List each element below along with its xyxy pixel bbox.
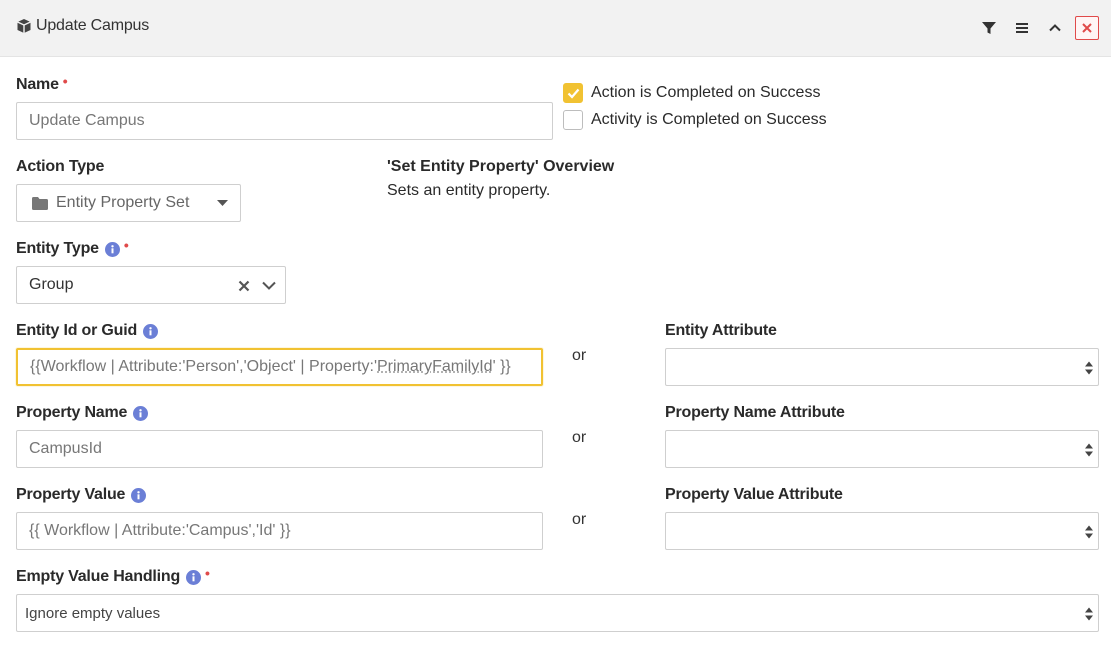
cube-icon — [16, 18, 32, 34]
info-icon[interactable] — [133, 405, 149, 421]
chevron-down-icon — [262, 281, 276, 290]
or-text: or — [572, 347, 587, 364]
entity-type-value: Group — [29, 276, 74, 293]
panel-title: Update Campus — [36, 17, 150, 34]
property-name-attribute-select[interactable] — [665, 430, 1099, 468]
required-marker: • — [205, 565, 210, 581]
select-arrows-icon — [1084, 606, 1094, 622]
entity-type-select[interactable]: Group — [16, 266, 286, 304]
info-icon[interactable] — [131, 487, 147, 503]
property-value-label-text: Property Value — [16, 486, 126, 503]
clear-icon[interactable] — [238, 280, 250, 292]
entity-id-value-prefix: {{Workflow | Attribute:'Person','Object'… — [30, 358, 377, 375]
empty-value-handling-select[interactable]: Ignore empty values — [16, 594, 1099, 632]
or-text: or — [572, 429, 587, 446]
entity-attribute-select[interactable] — [665, 348, 1099, 386]
property-value-input[interactable]: {{ Workflow | Attribute:'Campus','Id' }} — [16, 512, 543, 550]
activity-completed-checkbox[interactable] — [563, 110, 583, 130]
entity-attribute-label-text: Entity Attribute — [665, 322, 777, 339]
entity-id-value-underlined: PrimaryFamilyId — [377, 358, 493, 375]
info-icon[interactable] — [186, 569, 202, 585]
action-type-select[interactable]: Entity Property Set — [16, 184, 241, 222]
property-name-value: CampusId — [29, 440, 102, 457]
select-arrows-icon — [1084, 524, 1094, 540]
filter-icon — [981, 20, 997, 36]
select-arrows-icon — [1084, 442, 1094, 458]
overview-text: Sets an entity property. — [387, 182, 551, 199]
entity-type-label-text: Entity Type — [16, 240, 99, 257]
entity-attribute-label: Entity Attribute — [665, 322, 777, 340]
close-button[interactable] — [1075, 16, 1099, 40]
action-type-label-text: Action Type — [16, 158, 105, 175]
entity-id-label: Entity Id or Guid — [16, 322, 159, 340]
menu-icon — [1014, 20, 1030, 36]
header-title-wrap: Update Campus — [16, 17, 149, 35]
or-text: or — [572, 511, 587, 528]
chevron-up-icon — [1047, 20, 1063, 36]
filter-button[interactable] — [978, 17, 1000, 39]
property-name-label: Property Name — [16, 404, 149, 422]
property-name-input[interactable]: CampusId — [16, 430, 543, 468]
close-icon — [1081, 22, 1093, 34]
folder-icon — [32, 196, 48, 210]
action-completed-checkbox[interactable] — [563, 83, 583, 103]
property-value-value: {{ Workflow | Attribute:'Campus','Id' }} — [29, 522, 291, 539]
name-label: Name • — [16, 73, 68, 94]
check-icon — [567, 88, 580, 99]
property-name-attribute-label: Property Name Attribute — [665, 404, 845, 422]
action-type-value: Entity Property Set — [56, 194, 190, 211]
property-value-attribute-select[interactable] — [665, 512, 1099, 550]
action-type-label: Action Type — [16, 158, 104, 176]
entity-type-label: Entity Type • — [16, 237, 129, 258]
collapse-button[interactable] — [1044, 17, 1066, 39]
caret-down-icon — [217, 200, 228, 206]
required-marker: • — [123, 237, 129, 253]
action-completed-label[interactable]: Action is Completed on Success — [591, 84, 820, 102]
activity-completed-label[interactable]: Activity is Completed on Success — [591, 111, 827, 129]
property-value-attribute-label-text: Property Value Attribute — [665, 486, 843, 503]
required-marker: • — [62, 73, 68, 89]
select-arrows-icon — [1084, 360, 1094, 376]
entity-id-input[interactable]: {{Workflow | Attribute:'Person','Object'… — [16, 348, 543, 386]
name-label-text: Name — [16, 76, 59, 93]
empty-value-handling-label: Empty Value Handling • — [16, 565, 210, 586]
panel-header: Update Campus — [0, 0, 1111, 57]
property-name-attribute-label-text: Property Name Attribute — [665, 404, 845, 421]
empty-value-handling-label-text: Empty Value Handling — [16, 568, 181, 585]
name-input-value: Update Campus — [29, 112, 145, 129]
menu-button[interactable] — [1011, 17, 1033, 39]
entity-id-value-suffix: ' }} — [492, 358, 511, 375]
property-name-label-text: Property Name — [16, 404, 128, 421]
property-value-attribute-label: Property Value Attribute — [665, 486, 843, 504]
property-value-label: Property Value — [16, 486, 147, 504]
info-icon[interactable] — [143, 323, 159, 339]
overview-title: 'Set Entity Property' Overview — [387, 158, 615, 175]
empty-value-handling-value: Ignore empty values — [25, 604, 161, 622]
info-icon[interactable] — [104, 241, 120, 257]
entity-id-label-text: Entity Id or Guid — [16, 322, 138, 339]
name-input[interactable]: Update Campus — [16, 102, 553, 140]
